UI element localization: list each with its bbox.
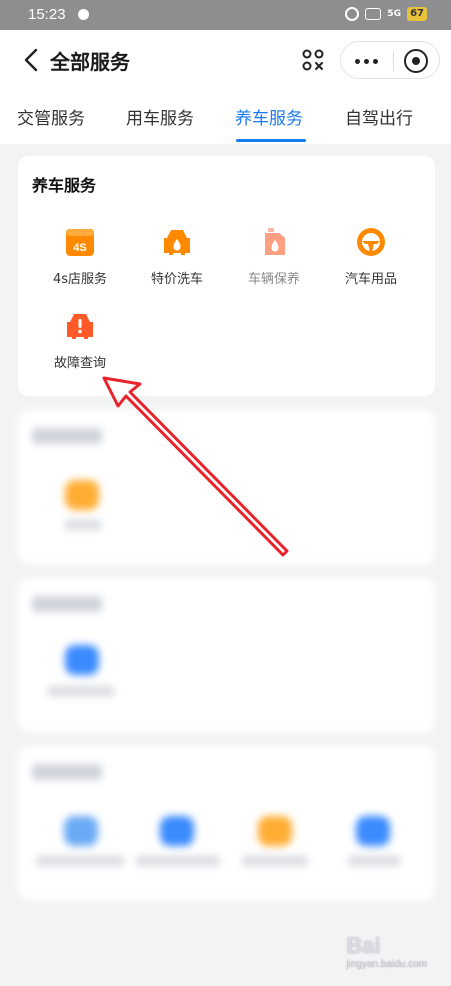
blurred-icon bbox=[160, 816, 194, 846]
battery-icon: 67 bbox=[407, 7, 427, 21]
service-item-label: 4s店服务 bbox=[52, 272, 108, 287]
blurred-label bbox=[242, 856, 308, 866]
oil-can-icon bbox=[265, 228, 285, 255]
active-tab-indicator bbox=[236, 139, 306, 142]
scan-icon[interactable] bbox=[302, 49, 324, 71]
blurred-label bbox=[136, 856, 220, 866]
status-icons: 5G 67 bbox=[345, 7, 427, 21]
tab-traffic-service[interactable]: 交管服务 bbox=[17, 104, 85, 129]
svg-text:4S: 4S bbox=[73, 242, 86, 254]
blurred-label bbox=[48, 686, 114, 696]
section-title: 养车服务 bbox=[32, 176, 97, 195]
hd-icon bbox=[365, 8, 382, 20]
service-item-label: 故障查询 bbox=[53, 356, 106, 371]
watermark-url: jingyan.baidu.com bbox=[346, 959, 427, 970]
service-item-label: 特价洗车 bbox=[150, 272, 203, 287]
close-target-icon[interactable] bbox=[404, 49, 428, 73]
service-item-label: 车辆保养 bbox=[247, 272, 300, 287]
notification-icon bbox=[78, 9, 89, 20]
page-title: 全部服务 bbox=[50, 50, 130, 74]
blurred-title bbox=[32, 764, 102, 780]
blurred-icon bbox=[64, 816, 98, 846]
car-fault-icon bbox=[67, 314, 93, 339]
status-bar: 15:23 5G 67 bbox=[0, 0, 451, 30]
blurred-icon bbox=[65, 480, 99, 510]
car-wash-icon bbox=[164, 230, 190, 255]
tab-car-use-service[interactable]: 用车服务 bbox=[126, 104, 194, 129]
status-time: 15:23 bbox=[28, 6, 66, 23]
watermark: Bai jingyan.baidu.com bbox=[346, 933, 427, 970]
blurred-section-card bbox=[18, 410, 435, 564]
blurred-section-card bbox=[18, 746, 435, 900]
blurred-title bbox=[32, 428, 102, 444]
more-icon[interactable] bbox=[355, 59, 378, 64]
alarm-icon bbox=[345, 7, 360, 21]
category-tabs: 交管服务 用车服务 养车服务 自驾出行 bbox=[0, 90, 451, 144]
blurred-label bbox=[65, 520, 101, 530]
mini-program-capsule bbox=[340, 41, 440, 79]
service-item-4s-store[interactable]: 4S 4s店服务 bbox=[38, 226, 122, 287]
service-section-card: 养车服务 4S 4s店服务 特价洗车 车辆保养 汽车用品 故障查询 bbox=[18, 156, 435, 396]
steering-wheel-icon bbox=[357, 228, 385, 256]
blurred-title bbox=[32, 596, 102, 612]
back-arrow-icon[interactable] bbox=[22, 47, 42, 73]
blurred-icon bbox=[65, 645, 99, 675]
service-item-car-wash[interactable]: 特价洗车 bbox=[135, 226, 219, 287]
signal-icon: 5G bbox=[387, 9, 402, 19]
tab-car-maintenance-service[interactable]: 养车服务 bbox=[235, 104, 303, 129]
blurred-section-card bbox=[18, 578, 435, 732]
watermark-logo: Bai bbox=[346, 933, 381, 958]
service-item-car-supplies[interactable]: 汽车用品 bbox=[329, 226, 413, 287]
blurred-icon bbox=[356, 816, 390, 846]
store-4s-icon: 4S bbox=[66, 229, 94, 256]
service-item-label: 汽车用品 bbox=[344, 272, 397, 287]
nav-bar: 全部服务 bbox=[0, 30, 451, 90]
service-item-car-maintenance[interactable]: 车辆保养 bbox=[232, 226, 316, 287]
blurred-icon bbox=[258, 816, 292, 846]
blurred-label bbox=[36, 856, 124, 866]
service-item-fault-query[interactable]: 故障查询 bbox=[38, 310, 122, 371]
capsule-divider bbox=[393, 51, 394, 71]
tab-self-drive-travel[interactable]: 自驾出行 bbox=[345, 104, 413, 129]
blurred-label bbox=[348, 856, 400, 866]
